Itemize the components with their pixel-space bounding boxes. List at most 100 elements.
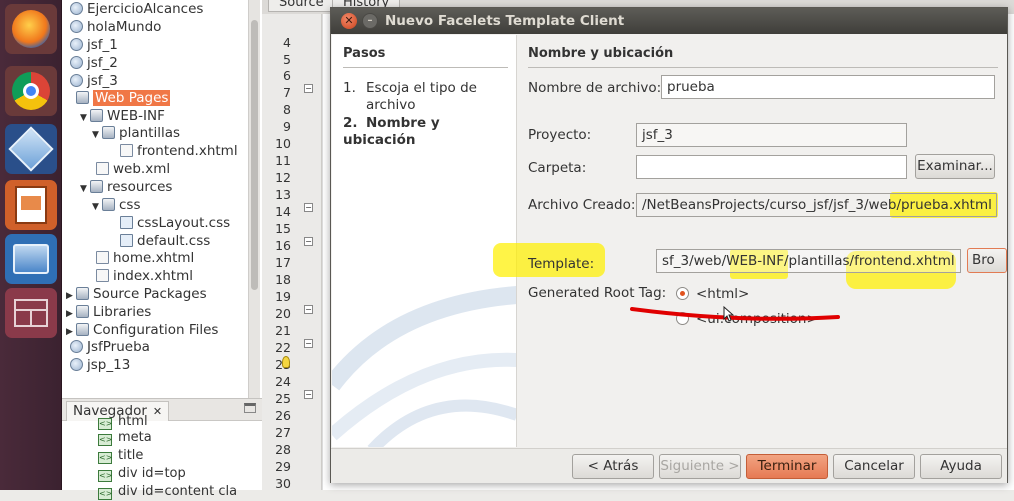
tree-item[interactable]: jsf_2 (70, 54, 118, 72)
fold-icon[interactable]: − (304, 237, 313, 246)
line-number: 15 (275, 221, 291, 236)
dialog-footer: < Atrás Siguiente > Terminar Cancelar Ay… (331, 448, 1007, 483)
chevron-down-icon[interactable]: ▼ (92, 198, 102, 216)
finish-button[interactable]: Terminar (746, 454, 828, 479)
fold-icon[interactable]: − (304, 203, 313, 212)
globe-icon (70, 56, 83, 69)
line-number: 6 (283, 68, 291, 83)
back-button[interactable]: < Atrás (572, 454, 654, 479)
browse-button[interactable]: Examinar... (915, 154, 995, 179)
file-icon (120, 144, 133, 157)
template-browse-button[interactable]: Bro (967, 248, 1007, 273)
line-number: 9 (283, 119, 291, 134)
line-number: 29 (275, 459, 291, 474)
tree-item[interactable]: EjercicioAlcances (70, 0, 203, 18)
divider (343, 67, 508, 68)
minimize-icon[interactable] (244, 403, 256, 413)
dialog-title: Nuevo Facelets Template Client (385, 13, 625, 29)
file-name-label: Nombre de archivo: (528, 80, 662, 96)
tree-item[interactable]: ▶ Configuration Files (66, 321, 218, 339)
fold-icon[interactable]: − (304, 84, 313, 93)
line-gutter: 4 5 6 7 8 9 10 11 12 13 14 15 16 17 18 1… (262, 14, 322, 491)
tree-item[interactable]: ▼ plantillas (92, 124, 180, 142)
tree-item[interactable]: ▶ Libraries (66, 303, 151, 321)
system-settings-icon[interactable] (5, 234, 57, 284)
navigator-item[interactable]: <> div id=top (98, 465, 186, 483)
virtualbox-icon[interactable] (5, 124, 57, 174)
folder-label: Carpeta: (528, 160, 587, 176)
tree-item[interactable]: home.xhtml (96, 249, 194, 267)
folder-icon (102, 126, 115, 139)
chrome-icon[interactable] (5, 66, 57, 116)
line-number: 26 (275, 408, 291, 423)
globe-icon (70, 74, 83, 87)
line-number: 12 (275, 170, 291, 185)
tree-item[interactable]: cssLayout.css (120, 214, 230, 232)
tree-item[interactable]: ▼ css (92, 196, 141, 214)
close-icon[interactable]: ✕ (153, 405, 162, 418)
line-number: 30 (275, 476, 291, 491)
workspace-icon[interactable] (5, 288, 57, 338)
fold-icon[interactable]: − (304, 305, 313, 314)
tree-item[interactable]: jsp_13 (70, 356, 130, 374)
tree-item[interactable]: jsf_1 (70, 36, 118, 54)
tree-item[interactable]: default.css (120, 232, 210, 250)
template-input[interactable]: sf_3/web/WEB-INF/plantillas/frontend.xht… (656, 249, 961, 273)
created-file-field[interactable]: /NetBeansProjects/curso_jsf/jsf_3/web/pr… (636, 193, 997, 217)
line-number: 8 (283, 102, 291, 117)
line-number: 5 (283, 52, 291, 67)
form-panel: Nombre y ubicación Nombre de archivo: pr… (493, 35, 1007, 447)
globe-icon (70, 38, 83, 51)
tree-item[interactable]: JsfPrueba (70, 338, 150, 356)
line-number: 17 (275, 255, 291, 270)
fold-icon[interactable]: − (304, 339, 313, 348)
navigator-item[interactable]: <> title (98, 447, 143, 465)
css-file-icon (120, 216, 133, 229)
html-tag-icon: <> (98, 434, 113, 446)
fold-icon[interactable]: − (304, 390, 313, 399)
tree-item-jsf3[interactable]: jsf_3 (70, 72, 118, 90)
new-file-dialog: ✕ – Nuevo Facelets Template Client Pasos… (330, 7, 1008, 483)
navigator-item[interactable]: <> meta (98, 429, 152, 447)
firefox-icon[interactable] (5, 4, 57, 54)
chevron-down-icon[interactable]: ▼ (92, 126, 102, 144)
help-button[interactable]: Ayuda (920, 454, 1002, 479)
tree-item[interactable]: frontend.xhtml (120, 142, 238, 160)
hint-bulb-icon[interactable] (282, 356, 290, 368)
folder-icon (76, 323, 89, 336)
file-name-input[interactable]: prueba (661, 75, 995, 99)
impress-icon[interactable] (5, 180, 57, 230)
cancel-button[interactable]: Cancelar (833, 454, 915, 479)
tree-item[interactable]: holaMundo (70, 18, 161, 36)
file-icon (96, 162, 109, 175)
step-item: 1. Escoja el tipo de archivo (343, 80, 477, 113)
tree-item[interactable]: ▶ Source Packages (66, 285, 207, 303)
template-label: Template: (528, 256, 595, 272)
chevron-down-icon[interactable]: ▼ (80, 109, 90, 127)
project-tree: EjercicioAlcances holaMundo jsf_1 jsf_2 … (62, 0, 262, 398)
scrollbar-thumb[interactable] (251, 20, 258, 290)
line-number: 22 (275, 340, 291, 355)
tree-item-web-pages[interactable]: Web Pages (76, 89, 246, 107)
tab-source[interactable]: Source (268, 0, 335, 12)
annotation-underline (630, 307, 840, 321)
close-icon[interactable]: ✕ (341, 13, 357, 29)
chevron-down-icon[interactable]: ▼ (80, 180, 90, 198)
tree-item[interactable]: web.xml (96, 160, 170, 178)
tree-item[interactable]: ▼ resources (80, 178, 172, 196)
minimize-icon[interactable]: – (362, 13, 378, 29)
steps-header: Pasos (343, 46, 386, 61)
line-number: 11 (275, 153, 291, 168)
tree-item[interactable]: ▼ WEB-INF (80, 107, 165, 125)
line-number: 21 (275, 323, 291, 338)
next-button[interactable]: Siguiente > (659, 454, 741, 479)
folder-input[interactable] (636, 155, 907, 179)
project-label: Proyecto: (528, 127, 592, 143)
tree-item[interactable]: index.xhtml (96, 267, 193, 285)
tree-scrollbar[interactable] (248, 0, 260, 398)
line-number: 18 (275, 272, 291, 287)
project-field[interactable]: jsf_3 (636, 123, 907, 147)
line-number: 20 (275, 306, 291, 321)
globe-icon (70, 20, 83, 33)
navigator-item[interactable]: <> div id=content cla (98, 483, 237, 501)
